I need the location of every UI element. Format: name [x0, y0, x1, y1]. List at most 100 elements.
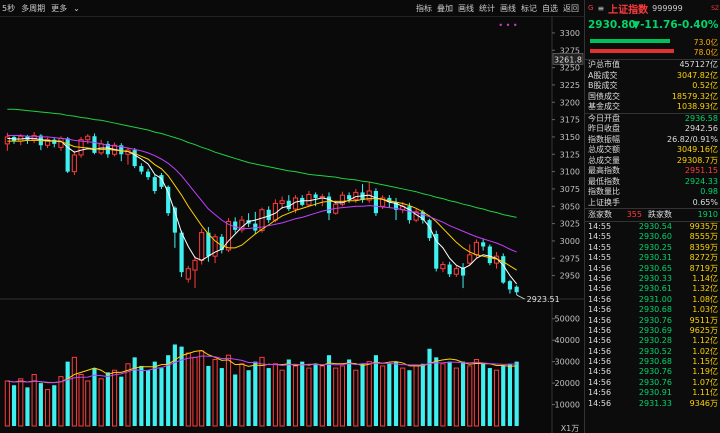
tick-price: 2930.31	[638, 253, 672, 263]
tick-row[interactable]: 14:56 2930.91 1.11亿	[585, 388, 720, 398]
kline-chart-area[interactable]: 3300 3275 3250 3225 3200 3175 3150 3125 3100 3075…	[0, 16, 584, 433]
mark-button[interactable]: 标记	[520, 3, 538, 14]
tick-row[interactable]: 14:56 2931.33 9346万	[585, 399, 720, 409]
candle-body	[71, 154, 77, 173]
volume-bar	[366, 361, 372, 427]
tick-time: 14:56	[588, 367, 612, 377]
tick-price: 2930.54	[638, 222, 672, 231]
tick-time: 14:56	[588, 325, 612, 335]
tick-row[interactable]: 14:56 2930.52 1.02亿	[585, 347, 720, 357]
stat-value: 457127亿	[679, 60, 718, 69]
volume-bar	[44, 389, 51, 427]
candle-body	[192, 259, 198, 271]
volume-bar	[447, 361, 452, 426]
volume-bar	[467, 365, 473, 427]
stat-value: 18579.32亿	[671, 91, 718, 101]
tick-row[interactable]: 14:56 2930.68 1.03亿	[585, 305, 720, 315]
tick-row[interactable]: 14:55 2930.31 8272万	[585, 253, 720, 263]
stat-value: 3049.16亿	[676, 145, 718, 154]
tick-row[interactable]: 14:55 2930.25 8359万	[585, 243, 720, 253]
tick-volume: 1.15亿	[692, 357, 718, 367]
tick-row[interactable]: 14:56 2930.76 1.07亿	[585, 378, 720, 388]
price-tick-label: 3225	[560, 81, 580, 90]
stat-row: 最高指数 2951.15	[585, 166, 720, 177]
tick-volume: 1.02亿	[692, 346, 718, 356]
watchlist-button[interactable]: 自选	[541, 3, 559, 14]
volume-bar	[420, 363, 425, 426]
more-button[interactable]: 更多	[51, 3, 67, 14]
tick-row[interactable]: 14:56 2930.61 1.32亿	[585, 284, 720, 294]
stat-row: 上证换手 0.65%	[585, 198, 720, 209]
price-tick-label: 2975	[560, 254, 580, 263]
price-tick-label: 3200	[560, 98, 580, 107]
tick-row[interactable]: 14:56 2930.76 1.19亿	[585, 367, 720, 377]
tick-volume: 1.32亿	[692, 284, 718, 294]
volume-bar	[152, 361, 157, 426]
volume-bar	[339, 365, 345, 427]
volume-bar	[360, 363, 365, 426]
multi-period-button[interactable]: 多周期	[21, 3, 45, 14]
kline-chart[interactable]: 3300327532503225320031753150312531003075…	[0, 16, 584, 433]
up-count-label: 涨家数	[588, 210, 612, 219]
tick-volume: 9346万	[689, 398, 718, 408]
candle-body	[52, 139, 57, 144]
stat-label: B股成交	[588, 81, 618, 90]
stat-label: 国债成交	[588, 91, 620, 101]
period-5s-button[interactable]: 5秒	[2, 3, 15, 14]
stat-row: 总成交量 29308.7万	[585, 156, 720, 167]
stats-table: 沪总市值 457127亿 A股成交 3047.82亿 B股成交 0.52亿 国债成交 1857…	[585, 59, 720, 208]
tick-price: 2930.68	[638, 357, 672, 367]
volume-bar	[407, 370, 412, 426]
volume-bar	[507, 363, 513, 426]
candle-body	[199, 232, 205, 261]
tick-volume: 1.19亿	[692, 367, 718, 377]
overlay-button[interactable]: 叠加	[436, 3, 454, 14]
down-count: 1910	[697, 210, 718, 219]
volume-unit-label: X1万	[561, 424, 580, 433]
stat-row: A股成交 3047.82亿	[585, 71, 720, 82]
tick-list[interactable]: 14:55 2930.54 9935万 14:55 2930.60 8555万 14:55 2…	[585, 222, 720, 409]
tick-time: 14:56	[588, 294, 612, 304]
draw-line-button[interactable]: 画线	[499, 3, 517, 14]
stat-label: A股成交	[588, 70, 618, 80]
volume-bar	[78, 374, 84, 427]
menu-icon[interactable]: ≡	[597, 4, 604, 13]
tick-row[interactable]: 14:56 2931.00 1.08亿	[585, 295, 720, 305]
volume-bar	[501, 365, 506, 426]
tick-volume: 8555万	[689, 232, 718, 242]
stat-label: 指数振幅	[588, 134, 620, 144]
stats-button[interactable]: 统计	[478, 3, 496, 14]
tick-time: 14:56	[588, 346, 612, 356]
tick-row[interactable]: 14:56 2930.28 1.12亿	[585, 336, 720, 346]
price-tick-label: 3025	[560, 220, 580, 229]
chevron-down-icon[interactable]: ⌄	[73, 4, 80, 13]
index-code: 999999	[652, 3, 683, 13]
stat-row: 昨日收盘 2942.56	[585, 124, 720, 135]
stat-row: 基金成交 1038.93亿	[585, 102, 720, 113]
stat-row: 今日开盘 2936.58	[585, 112, 720, 125]
volume-bar	[286, 359, 291, 426]
tick-price: 2930.76	[638, 377, 672, 387]
tick-volume: 8359万	[689, 242, 718, 252]
tick-volume: 8272万	[689, 253, 718, 263]
volume-bar	[225, 354, 232, 427]
volume-bar	[333, 367, 339, 427]
tick-row[interactable]: 14:55 2930.54 9935万	[585, 222, 720, 232]
indicator-button[interactable]: 指标	[415, 3, 433, 14]
tick-row[interactable]: 14:56 2930.68 1.15亿	[585, 357, 720, 367]
volume-tick-label: 20000	[555, 379, 580, 388]
tick-row[interactable]: 14:55 2930.60 8555万	[585, 232, 720, 242]
candle-body	[85, 135, 91, 141]
volume-bar	[233, 374, 238, 426]
stat-value: 3047.82亿	[676, 70, 718, 80]
tick-row[interactable]: 14:56 2930.76 9511万	[585, 316, 720, 326]
candle-body	[507, 281, 513, 290]
draw-button[interactable]: 画线	[457, 3, 475, 14]
back-button[interactable]: 返回	[562, 3, 580, 14]
stat-label: 上证换手	[588, 197, 620, 207]
tick-row[interactable]: 14:56 2930.65 8719万	[585, 264, 720, 274]
tick-row[interactable]: 14:56 2930.33 1.14亿	[585, 274, 720, 284]
tick-price: 2930.60	[638, 232, 672, 242]
tick-row[interactable]: 14:56 2930.69 9625万	[585, 326, 720, 336]
volume-bar	[292, 365, 299, 427]
